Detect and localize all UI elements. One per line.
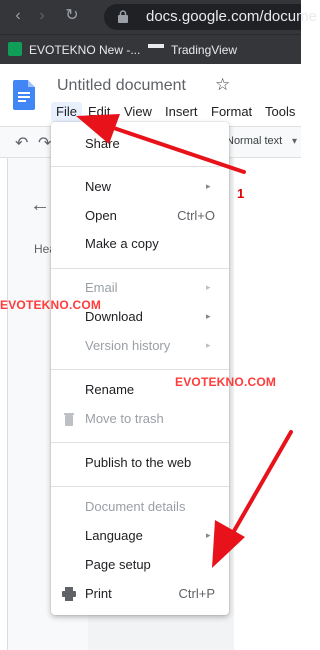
menu-item-label: Open: [85, 208, 117, 223]
back-icon[interactable]: ‹: [8, 6, 28, 26]
sheets-icon: [8, 42, 22, 56]
menu-item-label: Move to trash: [85, 411, 164, 426]
redo-icon[interactable]: ↷: [38, 133, 51, 153]
menu-move-to-trash: Move to trash: [51, 406, 229, 432]
menu-open[interactable]: Open Ctrl+O: [51, 203, 229, 229]
bookmarks-bar: EVOTEKNO New -... TradingView: [0, 34, 301, 64]
menu-item-label: Version history: [85, 338, 171, 353]
bookmark-label: EVOTEKNO New -...: [29, 43, 141, 57]
menu-format[interactable]: Format: [206, 102, 257, 122]
menu-item-label: Share: [85, 136, 120, 151]
submenu-arrow-icon: ▸: [206, 530, 211, 540]
menu-edit[interactable]: Edit: [83, 102, 115, 122]
menu-print[interactable]: Print Ctrl+P: [51, 581, 229, 607]
bookmark-evotekno[interactable]: EVOTEKNO New -...: [8, 41, 140, 59]
lock-icon: [118, 10, 128, 23]
menu-divider: [51, 268, 229, 269]
submenu-arrow-icon: ▸: [206, 181, 211, 191]
bookmark-label: TradingView: [171, 43, 238, 57]
menu-version-history: Version history ▸: [51, 333, 229, 359]
trash-icon: [64, 413, 74, 426]
watermark-text: EVOTEKNO.COM: [175, 375, 277, 389]
shortcut-label: Ctrl+P: [178, 586, 215, 601]
menu-item-label: Print: [85, 586, 112, 601]
menu-item-label: Email: [85, 280, 118, 295]
paragraph-style-select[interactable]: Normal text: [226, 135, 282, 147]
address-bar[interactable]: docs.google.com/docume: [104, 4, 317, 30]
menu-file[interactable]: File: [51, 102, 82, 122]
undo-icon[interactable]: ↶: [15, 133, 28, 153]
menu-item-label: Language: [85, 528, 143, 543]
bookmark-tradingview[interactable]: TradingView: [148, 41, 237, 59]
vertical-ruler: [0, 158, 8, 650]
menu-divider: [51, 486, 229, 487]
browser-toolbar: ‹ › ↻ docs.google.com/docume: [0, 0, 317, 34]
menu-item-label: Rename: [85, 382, 135, 397]
printer-icon: [62, 587, 76, 601]
menu-share[interactable]: Share: [51, 131, 229, 157]
watermark-text: EVOTEKNO.COM: [0, 298, 102, 312]
menu-document-details: Document details: [51, 494, 229, 520]
menu-divider: [51, 166, 229, 167]
menu-view[interactable]: View: [119, 102, 157, 122]
file-menu: Share New ▸ Open Ctrl+O Make a copy Email ▸…: [51, 122, 229, 615]
docs-header: Untitled document ☆ File Edit View Inser…: [0, 64, 301, 126]
menu-tools[interactable]: Tools: [260, 102, 300, 122]
menu-divider: [51, 369, 229, 370]
reload-icon[interactable]: ↻: [62, 6, 82, 26]
document-title[interactable]: Untitled document: [57, 77, 186, 95]
forward-icon[interactable]: ›: [32, 6, 52, 26]
tradingview-icon: [148, 44, 164, 54]
menu-publish-web[interactable]: Publish to the web: [51, 450, 229, 476]
menu-new[interactable]: New ▸: [51, 174, 229, 200]
submenu-arrow-icon: ▸: [206, 282, 211, 292]
menu-item-label: Document details: [85, 499, 186, 514]
step-number-label: 1: [237, 186, 245, 201]
star-icon[interactable]: ☆: [215, 75, 230, 95]
menu-item-label: Publish to the web: [85, 455, 192, 470]
menu-item-label: Page setup: [85, 557, 151, 572]
menu-make-copy[interactable]: Make a copy: [51, 231, 229, 257]
menu-language[interactable]: Language ▸: [51, 523, 229, 549]
chevron-down-icon[interactable]: ▾: [292, 136, 297, 147]
menu-item-label: New: [85, 179, 112, 194]
submenu-arrow-icon: ▸: [206, 311, 211, 321]
menu-page-setup[interactable]: Page setup: [51, 552, 229, 578]
menu-divider: [51, 442, 229, 443]
back-arrow-icon[interactable]: ←: [30, 194, 50, 217]
url-text: docs.google.com/docume: [146, 8, 317, 25]
shortcut-label: Ctrl+O: [177, 208, 215, 223]
document-page[interactable]: [234, 158, 301, 650]
menu-insert[interactable]: Insert: [160, 102, 203, 122]
menu-item-label: Make a copy: [85, 236, 159, 251]
submenu-arrow-icon: ▸: [206, 340, 211, 350]
docs-logo-icon[interactable]: [13, 80, 35, 110]
menu-bar: File Edit View Insert Format Tools: [51, 102, 301, 122]
